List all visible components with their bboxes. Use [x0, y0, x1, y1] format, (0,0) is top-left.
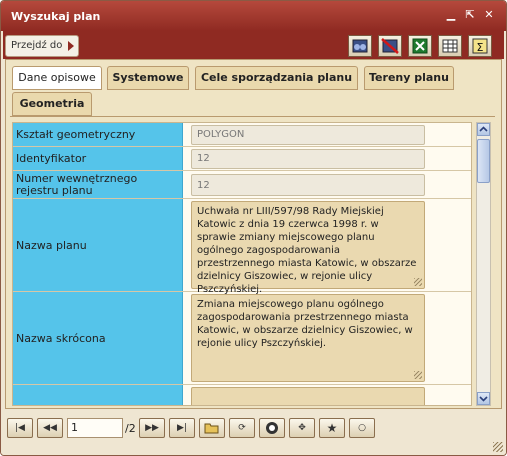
attribute-row: Nazwa skrócona Zmiana miejscowego planu …	[13, 292, 471, 385]
tab-systemowe[interactable]: Systemowe	[107, 66, 189, 90]
details-panel: Dane opisowe Systemowe Cele sporządzania…	[5, 59, 502, 409]
minimize-icon[interactable]: ▁	[445, 9, 457, 21]
star-icon: ★	[326, 421, 338, 435]
attribute-row	[13, 385, 471, 405]
shape-field[interactable]: POLYGON	[191, 125, 425, 145]
first-page-icon: |◀	[15, 423, 25, 433]
prev-page-icon: ◀◀	[43, 423, 57, 433]
magnifier-icon	[266, 422, 278, 434]
first-page-button[interactable]: |◀	[7, 418, 33, 438]
vertical-scrollbar[interactable]	[476, 122, 491, 406]
title-bar: Wyszukaj plan ▁ ⇱ ✕	[1, 1, 506, 31]
attribute-label: Numer wewnętrznego rejestru planu	[13, 171, 183, 198]
last-page-button[interactable]: ▶|	[169, 418, 195, 438]
chevron-up-icon	[479, 126, 488, 132]
tab-divider	[10, 116, 495, 117]
table-icon	[442, 39, 458, 53]
goto-arrow-icon	[68, 41, 74, 51]
binoculars-icon	[352, 39, 368, 53]
prev-page-button[interactable]: ◀◀	[37, 418, 63, 438]
empty-field[interactable]	[191, 387, 425, 405]
attribute-label	[13, 385, 183, 405]
circle-button[interactable]: ○	[349, 418, 375, 438]
scroll-down-button[interactable]	[477, 392, 490, 405]
identifier-field[interactable]: 12	[191, 149, 425, 169]
sigma-icon: Σ	[472, 38, 488, 54]
summary-button[interactable]: Σ	[468, 35, 492, 57]
popout-icon[interactable]: ⇱	[464, 9, 476, 21]
find-on-map-button[interactable]	[348, 35, 372, 57]
next-page-button[interactable]: ▶▶	[139, 418, 165, 438]
tab-tereny-planu[interactable]: Tereny planu	[364, 66, 454, 90]
refresh-icon: ⟳	[238, 423, 246, 433]
attribute-label: Nazwa planu	[13, 199, 183, 291]
tab-cele-sporzadzania-planu[interactable]: Cele sporządzania planu	[195, 66, 358, 90]
attributes-grid: Kształt geometryczny POLYGON Identyfikat…	[12, 122, 472, 406]
goto-label: Przejdź do	[11, 40, 63, 51]
goto-button[interactable]: Przejdź do	[5, 35, 79, 57]
attribute-label: Kształt geometryczny	[13, 123, 183, 146]
short-name-text: Zmiana miejscowego planu ogólnego zagosp…	[197, 299, 413, 349]
page-number-input[interactable]: 1	[67, 418, 123, 438]
attribute-row: Kształt geometryczny POLYGON	[13, 123, 471, 147]
tab-dane-opisowe[interactable]: Dane opisowe	[12, 66, 102, 90]
chevron-down-icon	[479, 396, 488, 402]
next-page-icon: ▶▶	[145, 423, 159, 433]
export-excel-button[interactable]	[408, 35, 432, 57]
attribute-row: Nazwa planu Uchwała nr LIII/597/98 Rady …	[13, 199, 471, 295]
attribute-label: Identyfikator	[13, 147, 183, 170]
window-resize-grip-icon[interactable]	[493, 442, 503, 452]
attribute-row: Numer wewnętrznego rejestru planu 12	[13, 171, 471, 199]
tab-geometria[interactable]: Geometria	[12, 92, 92, 116]
favorite-button[interactable]: ★	[319, 418, 345, 438]
clear-map-icon	[381, 38, 399, 54]
scroll-thumb[interactable]	[477, 139, 490, 183]
plan-name-textarea[interactable]: Uchwała nr LIII/597/98 Rady Miejskiej Ka…	[191, 201, 425, 295]
page-total: /2	[125, 422, 136, 435]
attribute-label: Nazwa skrócona	[13, 292, 183, 384]
close-icon[interactable]: ✕	[483, 9, 495, 21]
svg-text:Σ: Σ	[477, 41, 484, 54]
short-name-textarea[interactable]: Zmiana miejscowego planu ogólnego zagosp…	[191, 294, 425, 382]
plan-name-text: Uchwała nr LIII/597/98 Rady Miejskiej Ka…	[197, 206, 417, 295]
resize-grip-icon[interactable]	[414, 278, 422, 286]
last-page-icon: ▶|	[177, 423, 187, 433]
window-title: Wyszukaj plan	[11, 10, 101, 23]
attribute-row: Identyfikator 12	[13, 147, 471, 171]
open-folder-button[interactable]	[199, 418, 225, 438]
circle-icon: ○	[358, 423, 366, 433]
table-view-button[interactable]	[438, 35, 462, 57]
excel-icon	[412, 38, 428, 54]
refresh-button[interactable]: ⟳	[229, 418, 255, 438]
search-plan-window: Wyszukaj plan ▁ ⇱ ✕ Przejdź do Σ Dane op…	[0, 0, 507, 456]
move-icon: ✥	[298, 423, 306, 433]
top-toolbar: Przejdź do Σ	[3, 31, 504, 59]
folder-icon	[204, 423, 219, 434]
resize-grip-icon[interactable]	[414, 371, 422, 379]
scroll-up-button[interactable]	[477, 123, 490, 136]
pager-bar: |◀ ◀◀ 1 /2 ▶▶ ▶| ⟳ ✥ ★ ○	[1, 411, 506, 455]
register-number-field[interactable]: 12	[191, 174, 425, 196]
pan-button[interactable]: ✥	[289, 418, 315, 438]
clear-selection-button[interactable]	[378, 35, 402, 57]
zoom-to-button[interactable]	[259, 418, 285, 438]
